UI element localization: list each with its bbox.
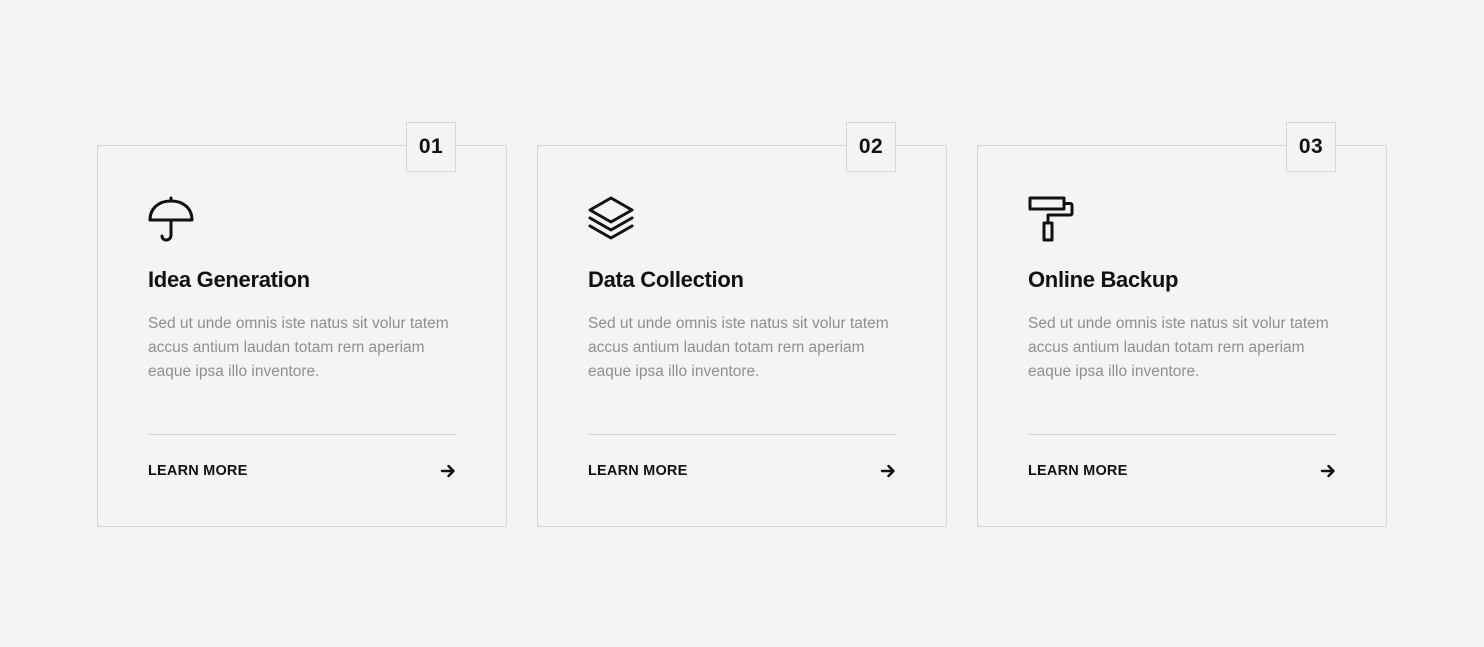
arrow-right-icon bbox=[1320, 464, 1335, 478]
learn-more-label: LEARN MORE bbox=[148, 463, 248, 479]
paint-roller-icon bbox=[1028, 196, 1074, 242]
arrow-right-icon bbox=[440, 464, 455, 478]
card-number-badge: 02 bbox=[846, 122, 896, 172]
card-title: Idea Generation bbox=[148, 267, 310, 292]
card-description: Sed ut unde omnis iste natus sit volur t… bbox=[588, 315, 889, 380]
card-number-badge: 03 bbox=[1286, 122, 1336, 172]
card-divider bbox=[588, 434, 896, 435]
card-description: Sed ut unde omnis iste natus sit volur t… bbox=[1028, 315, 1329, 380]
learn-more-link[interactable]: LEARN MORE bbox=[1028, 461, 1336, 481]
learn-more-link[interactable]: LEARN MORE bbox=[148, 461, 456, 481]
umbrella-icon bbox=[148, 196, 194, 242]
learn-more-link[interactable]: LEARN MORE bbox=[588, 461, 896, 481]
service-card-online-backup: 03 Online Backup Sed ut unde omnis iste … bbox=[977, 122, 1387, 527]
layers-icon bbox=[588, 196, 634, 242]
services-section: 01 Idea Generation Sed ut unde omnis ist… bbox=[0, 0, 1484, 647]
learn-more-label: LEARN MORE bbox=[588, 463, 688, 479]
learn-more-label: LEARN MORE bbox=[1028, 463, 1128, 479]
card-title: Online Backup bbox=[1028, 267, 1179, 292]
service-card-idea-generation: 01 Idea Generation Sed ut unde omnis ist… bbox=[97, 122, 507, 527]
arrow-right-icon bbox=[880, 464, 895, 478]
card-divider bbox=[148, 434, 456, 435]
card-number-badge: 01 bbox=[406, 122, 456, 172]
service-card-data-collection: 02 Data Collection Sed ut unde omnis ist… bbox=[537, 122, 947, 527]
card-description: Sed ut unde omnis iste natus sit volur t… bbox=[148, 315, 449, 380]
card-divider bbox=[1028, 434, 1336, 435]
card-title: Data Collection bbox=[588, 267, 744, 292]
